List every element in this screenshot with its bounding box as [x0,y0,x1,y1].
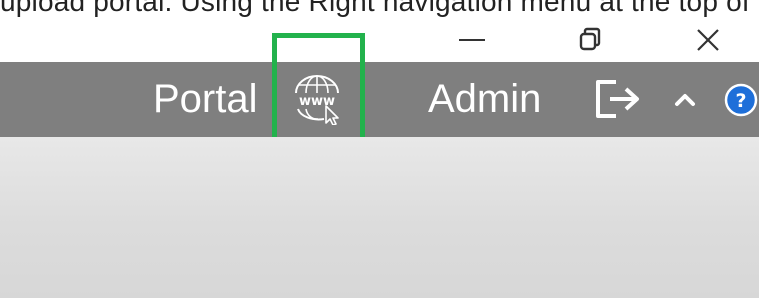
app-header-bar: Portal www Admin ? [0,62,759,137]
restore-button[interactable] [560,18,620,62]
cropped-document-text: upload portal. Using the Right navigatio… [0,0,750,17]
content-area [0,137,759,298]
close-button[interactable] [678,18,738,62]
minimize-button[interactable] [442,18,502,62]
help-icon[interactable]: ? [723,80,759,120]
svg-text:www: www [299,94,335,109]
admin-user-label[interactable]: Admin [428,77,541,121]
cropped-document-text-strip: upload portal. Using the Right navigatio… [0,0,759,18]
title-bar [0,18,759,62]
chevron-up-icon[interactable] [672,88,698,110]
app-window: upload portal. Using the Right navigatio… [0,0,759,298]
www-globe-cursor-icon[interactable]: www [284,75,350,125]
restore-icon [579,27,601,51]
svg-text:?: ? [735,90,746,112]
minimize-icon [459,39,485,41]
logout-arrow-icon[interactable] [592,78,644,120]
portal-link[interactable]: Portal [153,77,258,121]
close-icon [697,29,719,51]
